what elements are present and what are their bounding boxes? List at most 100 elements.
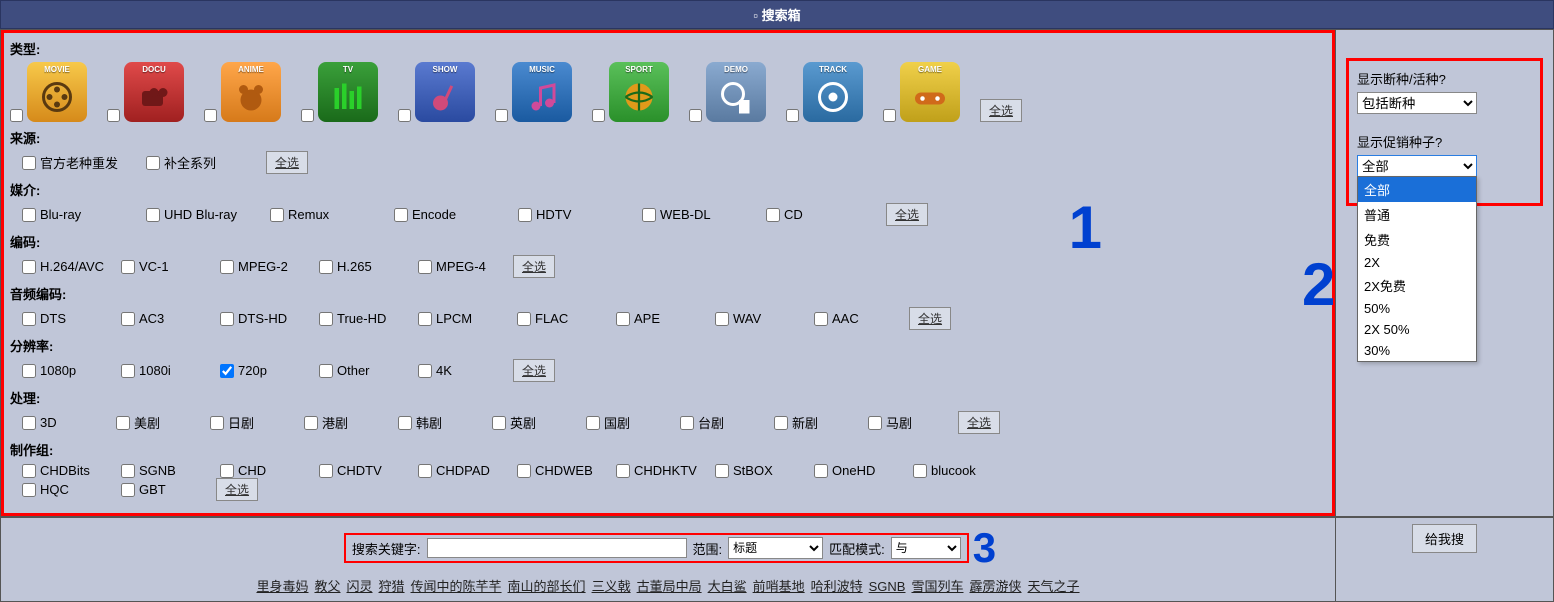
show-promo-select[interactable]: 全部 (1357, 155, 1477, 177)
range-select[interactable]: 标题 (728, 537, 823, 559)
process-checkbox[interactable] (680, 416, 694, 430)
process-item[interactable]: 新剧 (762, 413, 852, 432)
codec-checkbox[interactable] (220, 260, 234, 274)
show-dead-select[interactable]: 包括断种 (1357, 92, 1477, 114)
process-item[interactable]: 国剧 (574, 413, 664, 432)
team-checkbox[interactable] (22, 464, 36, 478)
hot-link[interactable]: 三义戟 (592, 579, 631, 594)
team-checkbox[interactable] (121, 483, 135, 497)
team-item[interactable]: GBT (109, 482, 204, 497)
promo-option[interactable]: 免费 (1358, 227, 1476, 252)
codec-select-all[interactable]: 全选 (513, 255, 555, 278)
category-icon-demo[interactable]: DEMO (706, 62, 766, 122)
category-icon-movie[interactable]: MOVIE (27, 62, 87, 122)
team-item[interactable]: OneHD (802, 463, 897, 478)
audio-checkbox[interactable] (814, 312, 828, 326)
team-item[interactable]: HQC (10, 482, 105, 497)
promo-option[interactable]: 30% (1358, 340, 1476, 361)
resolution-item[interactable]: 1080p (10, 363, 105, 378)
resolution-checkbox[interactable] (220, 364, 234, 378)
codec-checkbox[interactable] (121, 260, 135, 274)
audio-checkbox[interactable] (319, 312, 333, 326)
audio-checkbox[interactable] (121, 312, 135, 326)
promo-dropdown[interactable]: 全部普通免费2X2X免费50%2X 50%30% (1357, 176, 1477, 362)
audio-item[interactable]: DTS-HD (208, 311, 303, 326)
hot-link[interactable]: 南山的部长们 (508, 579, 586, 594)
resolution-checkbox[interactable] (319, 364, 333, 378)
source-item[interactable]: 官方老种重发 (10, 153, 130, 172)
hot-link[interactable]: 传闻中的陈芊芊 (411, 579, 502, 594)
hot-link[interactable]: 雪国列车 (911, 579, 963, 594)
medium-checkbox[interactable] (146, 208, 160, 222)
promo-option[interactable]: 2X免费 (1358, 273, 1476, 298)
codec-checkbox[interactable] (418, 260, 432, 274)
source-item[interactable]: 补全系列 (134, 153, 254, 172)
process-checkbox[interactable] (116, 416, 130, 430)
team-item[interactable]: CHDPAD (406, 463, 501, 478)
category-icon-track[interactable]: TRACK (803, 62, 863, 122)
process-item[interactable]: 日剧 (198, 413, 288, 432)
source-select-all[interactable]: 全选 (266, 151, 308, 174)
audio-item[interactable]: WAV (703, 311, 798, 326)
process-checkbox[interactable] (492, 416, 506, 430)
medium-checkbox[interactable] (270, 208, 284, 222)
process-checkbox[interactable] (398, 416, 412, 430)
process-checkbox[interactable] (586, 416, 600, 430)
hot-link[interactable]: 教父 (314, 579, 340, 594)
medium-item[interactable]: UHD Blu-ray (134, 207, 254, 222)
process-item[interactable]: 马剧 (856, 413, 946, 432)
audio-checkbox[interactable] (220, 312, 234, 326)
team-item[interactable]: CHD (208, 463, 303, 478)
team-item[interactable]: CHDHKTV (604, 463, 699, 478)
codec-item[interactable]: MPEG-2 (208, 259, 303, 274)
process-item[interactable]: 美剧 (104, 413, 194, 432)
hot-link[interactable]: 天气之子 (1028, 579, 1080, 594)
process-checkbox[interactable] (774, 416, 788, 430)
collapse-icon[interactable]: ▫ (753, 8, 758, 23)
hot-link[interactable]: 古董局中局 (637, 579, 702, 594)
medium-checkbox[interactable] (394, 208, 408, 222)
process-item[interactable]: 韩剧 (386, 413, 476, 432)
audio-checkbox[interactable] (22, 312, 36, 326)
codec-item[interactable]: H.265 (307, 259, 402, 274)
audio-checkbox[interactable] (418, 312, 432, 326)
medium-item[interactable]: Remux (258, 207, 378, 222)
category-icon-game[interactable]: GAME (900, 62, 960, 122)
resolution-item[interactable]: 1080i (109, 363, 204, 378)
audio-checkbox[interactable] (517, 312, 531, 326)
audio-checkbox[interactable] (616, 312, 630, 326)
team-checkbox[interactable] (319, 464, 333, 478)
source-checkbox[interactable] (22, 156, 36, 170)
resolution-select-all[interactable]: 全选 (513, 359, 555, 382)
hot-link[interactable]: 霹雳游侠 (970, 579, 1022, 594)
category-checkbox-docu[interactable] (107, 109, 120, 122)
medium-item[interactable]: HDTV (506, 207, 626, 222)
process-checkbox[interactable] (22, 416, 36, 430)
medium-item[interactable]: CD (754, 207, 874, 222)
medium-checkbox[interactable] (22, 208, 36, 222)
medium-checkbox[interactable] (642, 208, 656, 222)
team-checkbox[interactable] (715, 464, 729, 478)
resolution-checkbox[interactable] (418, 364, 432, 378)
team-item[interactable]: CHDTV (307, 463, 402, 478)
medium-checkbox[interactable] (766, 208, 780, 222)
team-checkbox[interactable] (121, 464, 135, 478)
category-checkbox-track[interactable] (786, 109, 799, 122)
promo-option[interactable]: 2X 50% (1358, 319, 1476, 340)
category-checkbox-game[interactable] (883, 109, 896, 122)
codec-checkbox[interactable] (319, 260, 333, 274)
hot-link[interactable]: 闪灵 (347, 579, 373, 594)
team-checkbox[interactable] (220, 464, 234, 478)
promo-option[interactable]: 普通 (1358, 202, 1476, 227)
codec-item[interactable]: VC-1 (109, 259, 204, 274)
resolution-item[interactable]: 720p (208, 363, 303, 378)
category-icon-show[interactable]: SHOW (415, 62, 475, 122)
category-checkbox-anime[interactable] (204, 109, 217, 122)
promo-option[interactable]: 全部 (1358, 177, 1476, 202)
hot-link[interactable]: 大白鲨 (708, 579, 747, 594)
audio-item[interactable]: AC3 (109, 311, 204, 326)
resolution-checkbox[interactable] (121, 364, 135, 378)
source-checkbox[interactable] (146, 156, 160, 170)
process-checkbox[interactable] (304, 416, 318, 430)
medium-select-all[interactable]: 全选 (886, 203, 928, 226)
